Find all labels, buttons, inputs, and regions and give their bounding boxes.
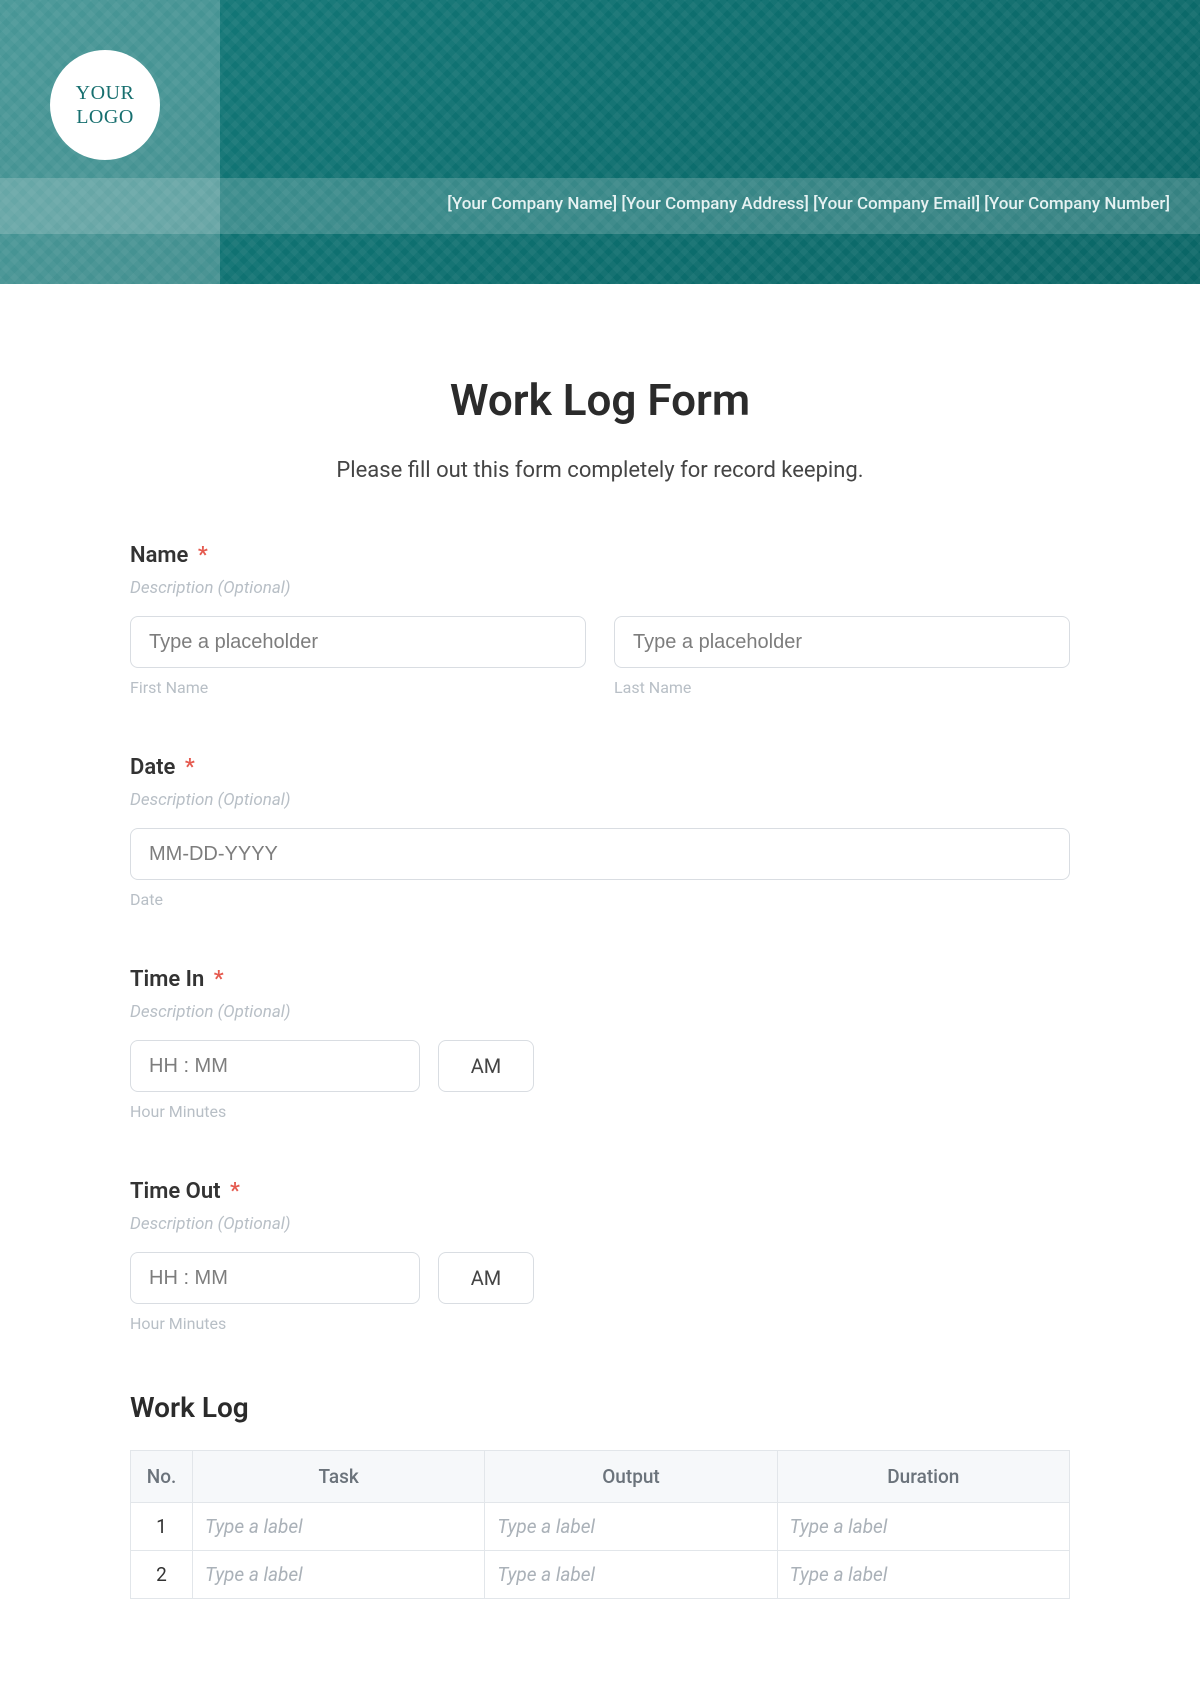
time-out-hhmm-input[interactable] [130,1252,420,1304]
logo-text-line1: YOUR [76,82,135,104]
header-banner: YOUR LOGO [Your Company Name] [Your Comp… [0,0,1200,284]
time-out-ampm-select[interactable]: AM [438,1252,534,1304]
worklog-header-row: No. Task Output Duration [131,1451,1070,1503]
time-in-ampm-select[interactable]: AM [438,1040,534,1092]
logo-text-line2: LOGO [76,106,134,128]
duration-cell[interactable]: Type a label [777,1551,1069,1599]
field-time-out: Time Out * Description (Optional) Hour M… [130,1179,1070,1333]
time-in-label: Time In * [130,967,1070,992]
first-name-input[interactable] [130,616,586,668]
date-label: Date * [130,755,1070,780]
form-subtitle: Please fill out this form completely for… [130,458,1070,483]
col-header-task: Task [193,1451,485,1503]
time-in-description: Description (Optional) [130,1002,1070,1022]
field-name: Name * Description (Optional) First Name… [130,543,1070,697]
last-name-input[interactable] [614,616,1070,668]
required-mark: * [214,967,224,992]
required-mark: * [198,543,208,568]
table-row: 1 Type a label Type a label Type a label [131,1503,1070,1551]
table-row: 2 Type a label Type a label Type a label [131,1551,1070,1599]
col-header-no: No. [131,1451,193,1503]
worklog-title: Work Log [130,1391,1070,1424]
col-header-duration: Duration [777,1451,1069,1503]
worklog-section: Work Log No. Task Output Duration 1 Type… [130,1391,1070,1599]
row-number: 1 [131,1503,193,1551]
task-cell[interactable]: Type a label [193,1503,485,1551]
first-name-sublabel: First Name [130,678,586,697]
time-out-label: Time Out * [130,1179,1070,1204]
output-cell[interactable]: Type a label [485,1503,777,1551]
worklog-table: No. Task Output Duration 1 Type a label … [130,1450,1070,1599]
last-name-sublabel: Last Name [614,678,1070,697]
output-cell[interactable]: Type a label [485,1551,777,1599]
company-info-line: [Your Company Name] [Your Company Addres… [447,194,1170,214]
date-description: Description (Optional) [130,790,1070,810]
form-content: Work Log Form Please fill out this form … [0,284,1200,1599]
form-title: Work Log Form [130,374,1070,426]
date-sublabel: Date [130,890,1070,909]
time-out-sublabel: Hour Minutes [130,1314,420,1333]
date-input[interactable] [130,828,1070,880]
name-label: Name * [130,543,1070,568]
time-out-description: Description (Optional) [130,1214,1070,1234]
time-in-sublabel: Hour Minutes [130,1102,420,1121]
col-header-output: Output [485,1451,777,1503]
field-time-in: Time In * Description (Optional) Hour Mi… [130,967,1070,1121]
time-in-hhmm-input[interactable] [130,1040,420,1092]
required-mark: * [185,755,195,780]
required-mark: * [230,1179,240,1204]
duration-cell[interactable]: Type a label [777,1503,1069,1551]
field-date: Date * Description (Optional) Date [130,755,1070,909]
logo-placeholder: YOUR LOGO [50,50,160,160]
task-cell[interactable]: Type a label [193,1551,485,1599]
row-number: 2 [131,1551,193,1599]
name-description: Description (Optional) [130,578,1070,598]
